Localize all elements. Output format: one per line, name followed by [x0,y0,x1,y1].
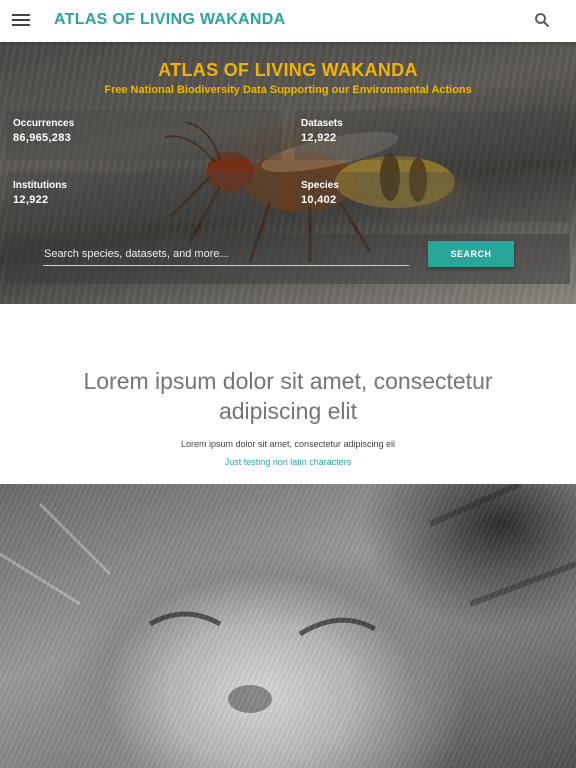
stat-card-institutions[interactable]: Institutions 12,922 [6,172,282,222]
search-icon[interactable] [534,12,550,28]
section-heading: Lorem ipsum dolor sit amet, consectetur … [83,368,493,424]
kitten-image [0,484,576,713]
app-bar: ATLAS OF LIVING WAKANDA [0,0,576,42]
section-paragraph: Lorem ipsum dolor sit amet, consectetur … [180,439,396,449]
stat-label: Datasets [301,118,343,129]
hero-subtitle: Free National Biodiversity Data Supporti… [104,84,472,96]
stat-value: 12,922 [301,132,337,144]
search-panel: SEARCH [6,234,570,284]
stat-value: 10,402 [301,194,337,206]
intro-section: Lorem ipsum dolor sit amet, consectetur … [0,304,576,484]
stat-label: Institutions [13,180,67,191]
search-input[interactable] [43,242,409,266]
stat-card-occurrences[interactable]: Occurrences 86,965,283 [6,110,282,160]
search-button[interactable]: SEARCH [428,241,514,267]
app-title[interactable]: ATLAS OF LIVING WAKANDA [54,11,285,29]
stat-value: 86,965,283 [13,132,72,144]
stat-label: Species [301,180,339,191]
hero-title: ATLAS OF LIVING WAKANDA [158,60,418,80]
stat-card-species[interactable]: Species 10,402 [294,172,570,222]
stat-label: Occurrences [13,118,75,129]
kitten-photo [0,484,576,768]
stat-card-datasets[interactable]: Datasets 12,922 [294,110,570,160]
hero-banner: ATLAS OF LIVING WAKANDA Free National Bi… [0,42,576,304]
non-latin-link[interactable]: Just testing non latin characters [0,457,576,467]
stat-value: 12,922 [13,194,49,206]
menu-icon[interactable] [10,11,32,31]
